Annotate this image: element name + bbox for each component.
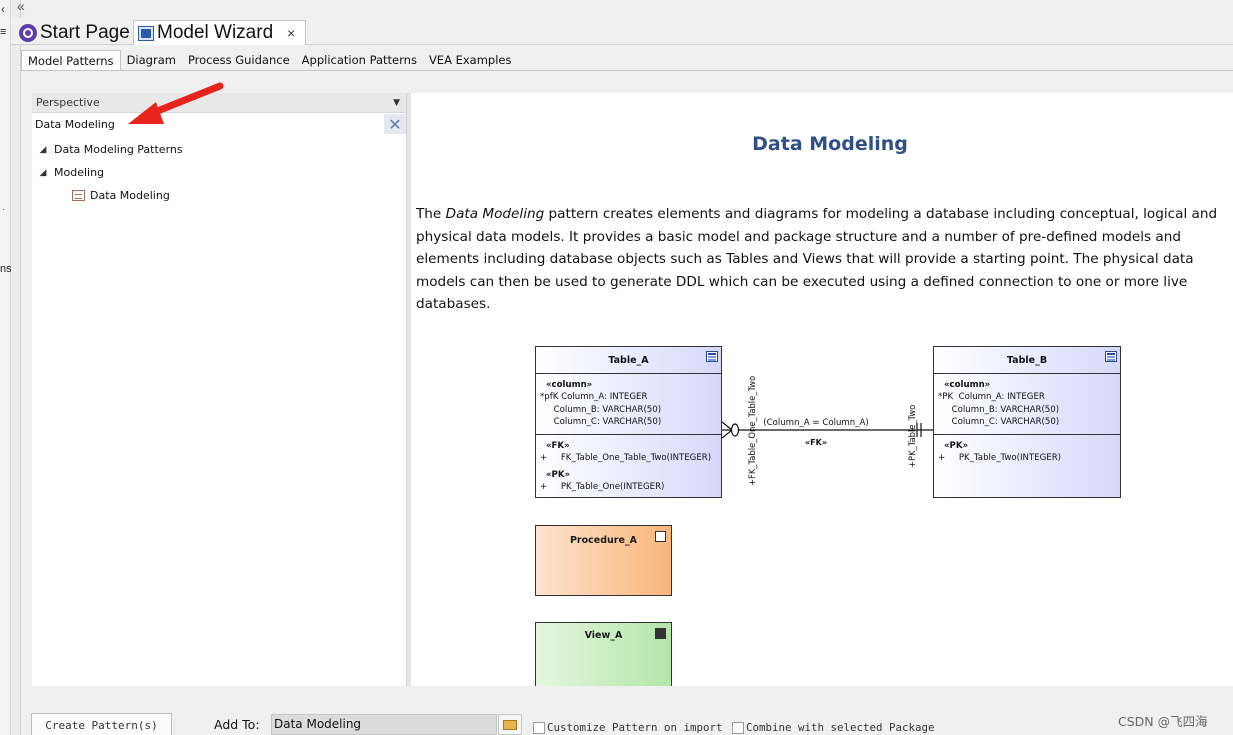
view-name: View_A <box>584 630 623 641</box>
clear-search-icon[interactable]: ✕ <box>384 114 406 134</box>
zero-circle <box>730 423 740 437</box>
column-row: Column_C: VARCHAR(50) <box>540 416 662 427</box>
folder-icon <box>503 719 517 730</box>
column-row: Column_B: VARCHAR(50) <box>540 404 662 415</box>
document-tabs: Start Page Model Wizard × <box>11 18 1233 45</box>
model-wizard-icon <box>138 25 154 41</box>
collapse-chevron-icon[interactable]: ‹ <box>1 2 5 16</box>
tree-item-data-modeling[interactable]: Data Modeling <box>32 184 406 207</box>
pattern-browser-pane: Perspective ▼ Data Modeling ✕ ◢ Data Mod… <box>32 93 407 686</box>
close-tab-icon[interactable]: × <box>287 25 295 41</box>
combine-package-label: Combine with selected Package <box>746 721 935 734</box>
bottom-bar: Create Pattern(s) Add To: Data Modeling … <box>21 686 1233 735</box>
column-row: *PK Column_A: INTEGER <box>938 392 1045 403</box>
column-row: Column_C: VARCHAR(50) <box>938 416 1060 427</box>
view-element[interactable]: View_A <box>535 622 672 686</box>
tab-model-wizard[interactable]: Model Wizard × <box>133 20 307 45</box>
wizard-subtabs: Model Patterns Diagram Process Guidance … <box>21 50 517 71</box>
table-a-element[interactable]: Table_A «column» *pfK Column_A: INTEGER C… <box>535 346 722 498</box>
procedure-element[interactable]: Procedure_A <box>535 525 672 596</box>
pk-stereotype: «PK» <box>546 469 571 480</box>
table-a-header: Table_A <box>536 347 721 374</box>
expand-triangle-icon[interactable]: ◢ <box>32 168 54 178</box>
pattern-preview-pane: Data Modeling The Data Modeling pattern … <box>411 93 1233 686</box>
dock-splitter[interactable] <box>11 0 21 735</box>
pattern-tree: ◢ Data Modeling Patterns ◢ Modeling Data… <box>32 135 406 207</box>
tab-process-guidance[interactable]: Process Guidance <box>182 50 296 71</box>
tab-start-page-label: Start Page <box>40 21 130 43</box>
table-icon <box>706 351 718 362</box>
operation-row: + FK_Table_One_Table_Two(INTEGER) <box>540 453 712 464</box>
view-icon <box>655 628 666 639</box>
table-b-columns: «column» *PK Column_A: INTEGER Column_B: … <box>934 374 1120 434</box>
perspective-label: Perspective <box>36 96 100 109</box>
add-to-label: Add To: <box>214 717 260 732</box>
checkbox-box[interactable] <box>533 721 545 734</box>
column-stereotype: «column» <box>944 380 991 390</box>
start-page-icon <box>19 23 37 42</box>
customize-pattern-label: Customize Pattern on import <box>547 721 723 734</box>
create-patterns-button[interactable]: Create Pattern(s) <box>31 713 172 735</box>
table-a-operations: «FK» + FK_Table_One_Table_Two(INTEGER) «PK… <box>536 434 721 496</box>
left-dock-strip: ‹ ≡ · ns <box>0 0 12 735</box>
tab-start-page[interactable]: Start Page <box>15 20 134 45</box>
crows-foot-top <box>722 421 733 431</box>
crows-foot-bottom <box>722 429 733 439</box>
package-icon <box>72 190 85 201</box>
menu-icon[interactable]: ≡ <box>0 26 6 38</box>
tab-model-patterns[interactable]: Model Patterns <box>21 50 121 71</box>
checkbox-box[interactable] <box>732 721 744 734</box>
table-b-header: Table_B <box>934 347 1120 374</box>
subtabs-divider <box>21 70 1233 71</box>
top-bar: « <box>17 0 1233 18</box>
connector-label: (Column_A = Column_A) <box>763 418 869 428</box>
tab-diagram[interactable]: Diagram <box>121 50 182 71</box>
column-row: *pfK Column_A: INTEGER <box>540 392 648 403</box>
table-a-name: Table_A <box>608 355 649 366</box>
watermark: CSDN @飞四海 <box>1118 714 1208 729</box>
tree-item-label: Modeling <box>54 166 105 179</box>
operation-row: + PK_Table_One(INTEGER) <box>540 481 665 492</box>
procedure-icon <box>655 531 666 542</box>
connector-stereotype: «FK» <box>805 438 827 447</box>
annotation-arrow-icon <box>128 82 224 124</box>
search-input[interactable]: Data Modeling <box>35 118 115 131</box>
table-b-operations: «PK» + PK_Table_Two(INTEGER) <box>934 434 1120 468</box>
procedure-name: Procedure_A <box>569 535 638 546</box>
pk-stereotype: «PK» <box>944 441 969 451</box>
browse-package-button[interactable] <box>498 714 522 735</box>
page-title: Data Modeling <box>752 133 908 155</box>
combine-package-checkbox[interactable]: Combine with selected Package <box>732 721 935 734</box>
table-a-columns: «column» *pfK Column_A: INTEGER Column_B:… <box>536 374 721 434</box>
tree-item-data-modeling-patterns[interactable]: ◢ Data Modeling Patterns <box>32 138 406 161</box>
tab-application-patterns[interactable]: Application Patterns <box>296 50 423 71</box>
tree-item-label: Data Modeling Patterns <box>54 143 183 156</box>
role-a-label: +FK_Table_One_Table_Two <box>747 376 757 486</box>
chevron-down-icon[interactable]: ▼ <box>393 98 400 108</box>
description-paragraph: The Data Modeling pattern creates elemen… <box>416 203 1233 316</box>
tab-model-wizard-label: Model Wizard <box>157 22 274 43</box>
column-stereotype: «column» <box>546 380 593 390</box>
table-icon <box>1105 351 1117 362</box>
dock-label-fragment: ns <box>0 263 12 275</box>
tab-vea-examples[interactable]: VEA Examples <box>423 50 518 71</box>
fk-connector[interactable]: (Column_A = Column_A) «FK» +FK_Table_One… <box>722 368 934 493</box>
para-emphasis: Data Modeling <box>445 206 545 222</box>
add-to-field[interactable]: Data Modeling <box>271 714 497 735</box>
table-b-name: Table_B <box>1006 355 1048 366</box>
double-chevron-left-icon[interactable]: « <box>17 0 25 14</box>
table-b-element[interactable]: Table_B «column» *PK Column_A: INTEGER Co… <box>933 346 1121 498</box>
operation-row: + PK_Table_Two(INTEGER) <box>938 453 1062 464</box>
dock-dot: · <box>2 204 6 215</box>
para-prefix: The <box>416 206 446 222</box>
fk-stereotype: «FK» <box>546 441 570 451</box>
role-b-label: +PK_Table_Two <box>907 405 917 468</box>
customize-pattern-checkbox[interactable]: Customize Pattern on import <box>533 721 723 734</box>
column-row: Column_B: VARCHAR(50) <box>938 404 1060 415</box>
tree-item-label: Data Modeling <box>90 189 170 202</box>
expand-triangle-icon[interactable]: ◢ <box>32 145 54 155</box>
tree-item-modeling[interactable]: ◢ Modeling <box>32 161 406 184</box>
